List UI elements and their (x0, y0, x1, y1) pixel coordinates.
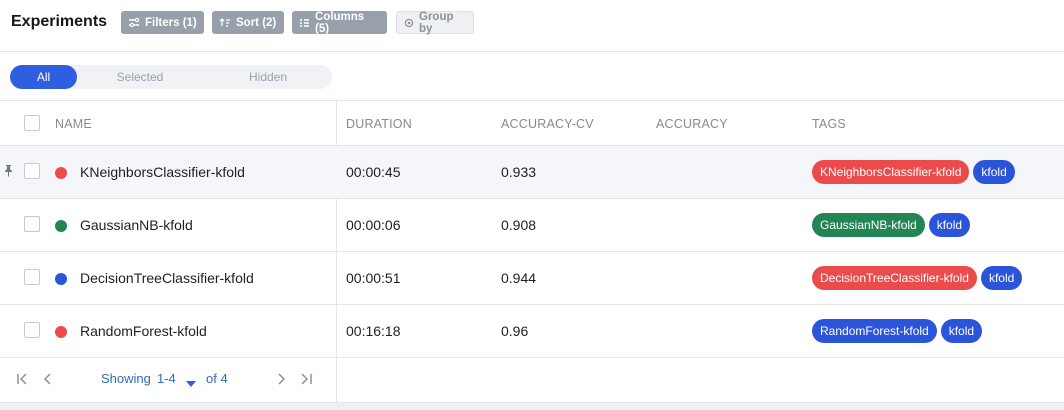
tag-badge[interactable]: kfold (973, 160, 1015, 184)
experiment-name[interactable]: KNeighborsClassifier-kfold (80, 164, 245, 180)
status-dot (55, 167, 67, 179)
tab-selected[interactable]: Selected (90, 65, 190, 89)
select-all-checkbox[interactable] (24, 115, 40, 131)
pagination: Showing 1-4 of 4 (0, 356, 336, 402)
filters-button[interactable]: Filters (1) (121, 11, 204, 34)
tag-badge[interactable]: kfold (980, 266, 1023, 290)
row-checkbox[interactable] (24, 163, 40, 179)
first-page-icon[interactable] (16, 372, 30, 391)
status-dot (55, 326, 67, 338)
tags-cell: GaussianNB-kfold kfold (812, 213, 971, 237)
tab-hidden[interactable]: Hidden (218, 65, 318, 89)
accuracy-cv-cell: 0.908 (501, 217, 537, 233)
tag-badge[interactable]: DecisionTreeClassifier-kfold (812, 266, 977, 290)
group-icon (404, 18, 414, 28)
tag-badge[interactable]: kfold (940, 319, 983, 343)
row-checkbox[interactable] (24, 269, 40, 285)
tags-cell: RandomForest-kfold kfold (812, 319, 983, 343)
next-page-icon[interactable] (276, 372, 288, 391)
duration-cell: 00:00:51 (346, 270, 401, 286)
duration-cell: 00:00:45 (346, 164, 401, 180)
duration-cell: 00:00:06 (346, 217, 401, 233)
experiment-name[interactable]: GaussianNB-kfold (80, 217, 193, 233)
column-header-duration[interactable]: DURATION (346, 117, 412, 131)
showing-label: Showing (101, 371, 151, 386)
sort-label: Sort (2) (236, 16, 277, 29)
page-range-select[interactable]: 1-4 (157, 371, 176, 386)
sort-button[interactable]: Sort (2) (212, 11, 284, 34)
caret-down-icon[interactable] (186, 374, 196, 392)
columns-label: Columns (5) (315, 10, 365, 35)
pin-icon[interactable] (4, 164, 13, 182)
tab-all[interactable]: All (10, 65, 77, 89)
group-by-button[interactable]: Group by (396, 10, 474, 35)
tag-badge[interactable]: GaussianNB-kfold (812, 213, 925, 237)
view-segment-control: All Selected Hidden (10, 65, 332, 89)
table-row[interactable]: DecisionTreeClassifier-kfold 00:00:51 0.… (0, 252, 1064, 305)
accuracy-cv-cell: 0.96 (501, 323, 529, 339)
experiment-name[interactable]: RandomForest-kfold (80, 323, 207, 339)
filters-label: Filters (1) (145, 16, 197, 29)
column-header-tags[interactable]: TAGS (812, 117, 846, 131)
page-title: Experiments (11, 13, 108, 30)
columns-icon (299, 18, 310, 28)
duration-cell: 00:16:18 (346, 323, 401, 339)
column-header-accuracy-cv[interactable]: ACCURACY-CV (501, 117, 594, 131)
column-header-accuracy[interactable]: ACCURACY (656, 117, 728, 131)
tag-badge[interactable]: kfold (928, 213, 971, 237)
sort-icon (219, 17, 231, 28)
filter-icon (128, 17, 140, 28)
group-by-label: Group by (419, 10, 454, 35)
page-total-label: of 4 (206, 371, 228, 386)
table-row[interactable]: KNeighborsClassifier-kfold 00:00:45 0.93… (0, 146, 1064, 199)
columns-button[interactable]: Columns (5) (292, 10, 387, 35)
horizontal-scrollbar[interactable] (0, 402, 1064, 410)
tags-cell: KNeighborsClassifier-kfold kfold (812, 160, 1015, 184)
tag-badge[interactable]: RandomForest-kfold (812, 319, 937, 343)
status-dot (55, 273, 67, 285)
status-dot (55, 220, 67, 232)
toolbar: Experiments Filters (1) Sort (2) Columns… (0, 0, 1064, 52)
experiment-name[interactable]: DecisionTreeClassifier-kfold (80, 270, 254, 286)
accuracy-cv-cell: 0.944 (501, 270, 537, 286)
tags-cell: DecisionTreeClassifier-kfold kfold (812, 266, 1023, 290)
table-row[interactable]: GaussianNB-kfold 00:00:06 0.908 Gaussian… (0, 199, 1064, 252)
tag-badge[interactable]: KNeighborsClassifier-kfold (812, 160, 970, 184)
last-page-icon[interactable] (299, 372, 313, 391)
accuracy-cv-cell: 0.933 (501, 164, 537, 180)
prev-page-icon[interactable] (41, 372, 53, 391)
table-header: NAME DURATION ACCURACY-CV ACCURACY TAGS (0, 101, 1064, 146)
column-header-name[interactable]: NAME (55, 117, 92, 131)
row-checkbox[interactable] (24, 216, 40, 232)
row-checkbox[interactable] (24, 322, 40, 338)
table-row[interactable]: RandomForest-kfold 00:16:18 0.96 RandomF… (0, 305, 1064, 358)
